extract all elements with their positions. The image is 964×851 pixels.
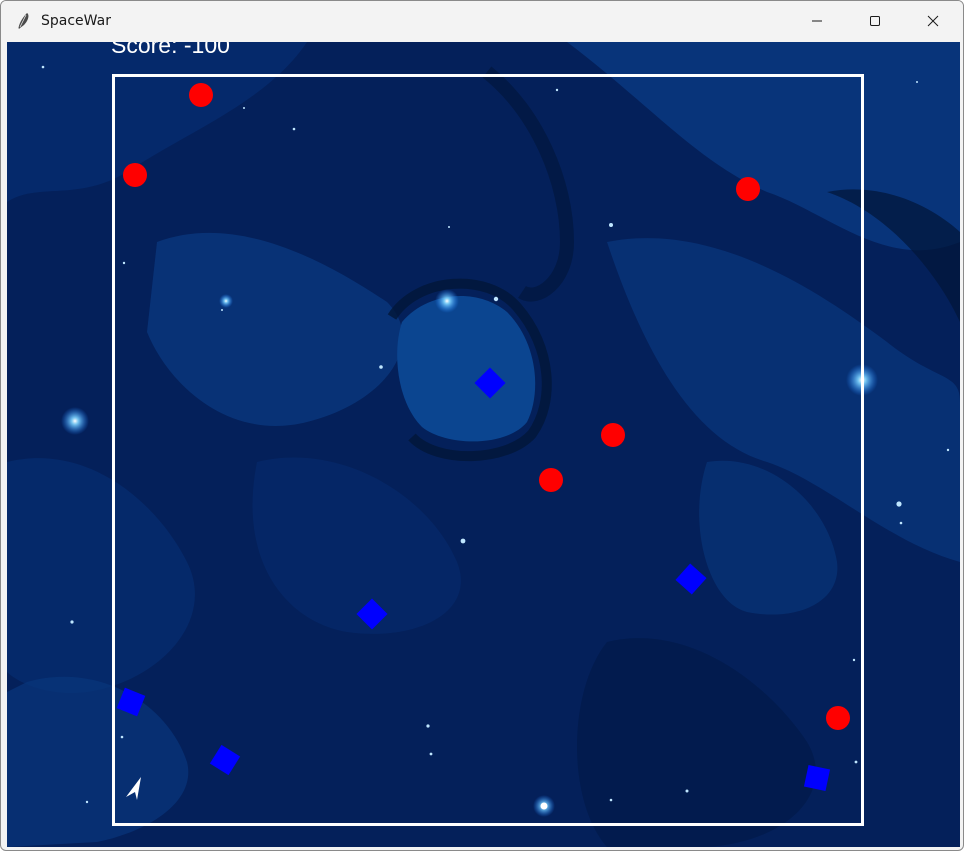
goal-blue-square [803, 764, 831, 792]
window-title: SpaceWar [41, 13, 111, 29]
minimize-button[interactable] [788, 1, 846, 41]
app-window: SpaceWar Score: -100 [0, 0, 964, 851]
title-bar[interactable]: SpaceWar [1, 1, 963, 41]
feather-icon [18, 13, 29, 29]
enemy-red-circle [826, 706, 850, 730]
enemy-red-circle [189, 83, 213, 107]
close-icon [927, 15, 939, 27]
minimize-icon [812, 20, 822, 22]
game-canvas[interactable]: Score: -100 [7, 42, 960, 847]
maximize-button[interactable] [846, 1, 904, 41]
score-label: Score: -100 [111, 42, 230, 58]
enemy-red-circle [601, 423, 625, 447]
close-button[interactable] [904, 1, 962, 41]
maximize-icon [870, 16, 880, 26]
enemy-red-circle [539, 468, 563, 492]
enemy-red-circle [123, 163, 147, 187]
player-ship-icon [126, 777, 141, 800]
enemy-red-circle [736, 177, 760, 201]
